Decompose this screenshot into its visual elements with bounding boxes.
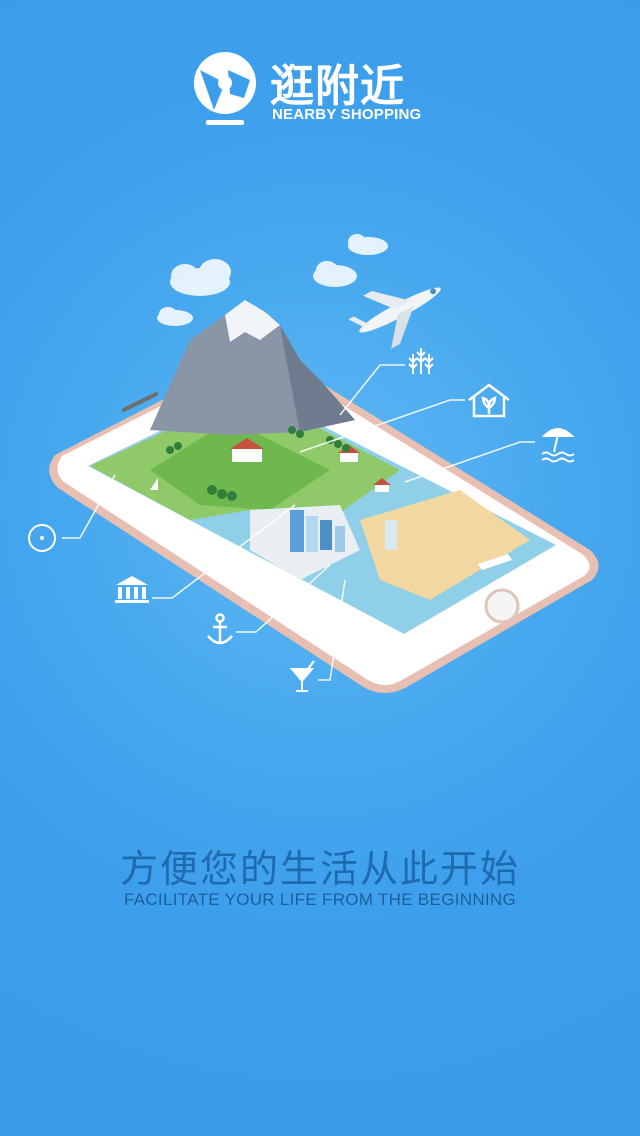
tagline-chinese: 方便您的生活从此开始 — [119, 847, 520, 891]
cocktail-icon — [289, 660, 315, 692]
app-logo: 逛附近 NEARBY SHOPPING — [192, 48, 452, 128]
bank-icon — [115, 576, 149, 603]
logo-mark-icon — [194, 52, 256, 125]
tagline-english: FACILITATE YOUR LIFE FROM THE BEGINNING — [123, 890, 517, 909]
cloud-icon — [157, 234, 388, 326]
airplane-icon — [348, 287, 441, 349]
wheat-icon — [408, 348, 434, 374]
phone-illustration — [49, 300, 599, 693]
app-subtitle: NEARBY SHOPPING — [272, 106, 422, 123]
hero-illustration — [28, 234, 599, 693]
house-icon — [468, 383, 510, 418]
app-title: 逛附近 — [270, 61, 405, 112]
compass-icon — [28, 524, 56, 552]
anchor-icon — [207, 613, 233, 645]
beach-umbrella-icon — [541, 428, 575, 463]
